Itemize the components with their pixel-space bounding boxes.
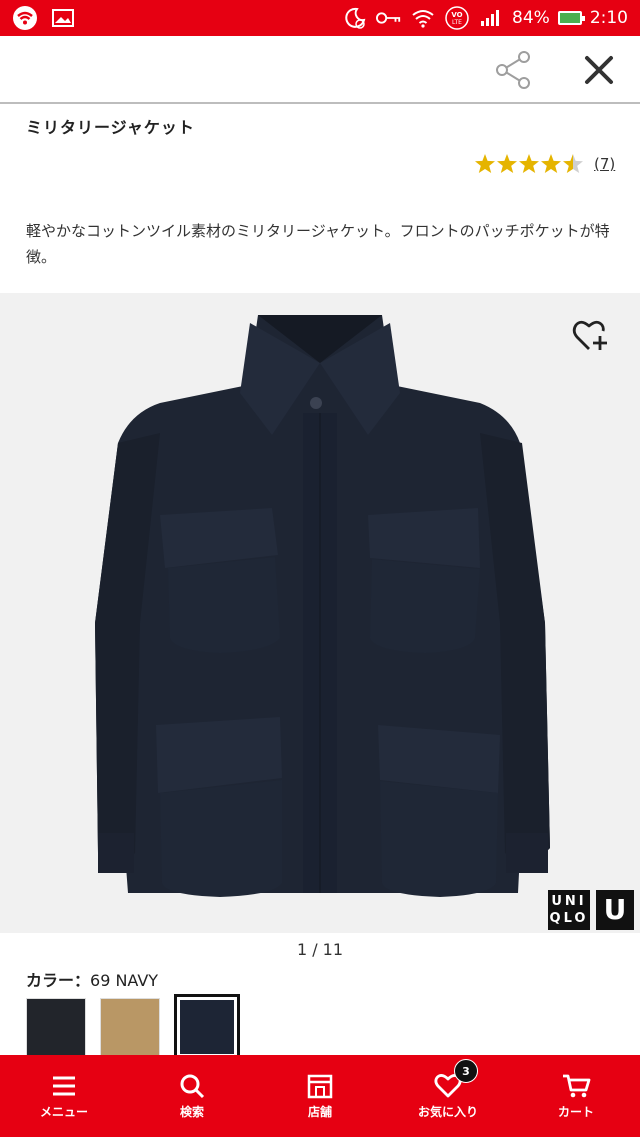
nav-store-label: 店舗	[307, 1104, 332, 1119]
uniqlo-logo: UNI QLO	[548, 890, 590, 930]
status-bar: VO LTE 84% 2:10	[0, 0, 640, 36]
nav-cart-label: カート	[557, 1104, 594, 1119]
cellular-signal-icon	[478, 7, 504, 29]
clock: 2:10	[589, 8, 628, 28]
heart-plus-icon	[572, 320, 607, 350]
nav-store[interactable]: 店舗	[256, 1055, 384, 1137]
product-description: 軽やかなコットンツイル素材のミリタリージャケット。フロントのパッチポケットが特徴…	[26, 222, 610, 266]
store-icon	[307, 1074, 333, 1098]
close-button[interactable]	[578, 49, 620, 91]
wifi-signal-icon	[410, 7, 436, 29]
search-icon	[180, 1074, 205, 1098]
color-swatches	[26, 994, 240, 1060]
swatch-black[interactable]	[26, 998, 86, 1058]
share-icon	[496, 51, 530, 89]
swatch-beige[interactable]	[100, 998, 160, 1058]
cart-icon	[563, 1074, 591, 1097]
nav-favorites-label: お気に入り	[417, 1104, 478, 1119]
review-count-link[interactable]: (7)	[594, 155, 615, 173]
bottom-nav: メニュー 検索 店舗 お気に入り 3 カート	[0, 1055, 640, 1137]
star-rating-icon	[475, 154, 583, 173]
add-favorite-button[interactable]	[572, 318, 610, 354]
color-label-prefix: カラー：	[26, 971, 91, 990]
alarm-icon	[342, 7, 368, 29]
rating[interactable]: (7)	[474, 153, 615, 175]
nav-search[interactable]: 検索	[128, 1055, 256, 1137]
menu-icon	[53, 1076, 75, 1095]
svg-text:VO: VO	[451, 11, 462, 19]
swatch-navy[interactable]	[174, 994, 240, 1060]
battery-icon	[557, 11, 585, 25]
color-label: カラー：69 NAVY	[26, 967, 158, 991]
share-button[interactable]	[492, 48, 536, 92]
wifi-icon	[12, 6, 38, 30]
svg-text:LTE: LTE	[452, 19, 462, 26]
nav-search-label: 検索	[179, 1104, 204, 1119]
favorites-count-badge: 3	[454, 1059, 478, 1083]
product-title: ミリタリージャケット	[26, 118, 195, 137]
close-icon	[585, 56, 613, 84]
color-value: 69 NAVY	[90, 971, 159, 990]
brand-logos: UNI QLO U	[548, 890, 634, 930]
key-icon	[376, 7, 402, 29]
nav-menu-label: メニュー	[39, 1104, 88, 1119]
nav-favorites[interactable]: お気に入り 3	[384, 1055, 512, 1137]
product-image[interactable]	[0, 293, 640, 933]
u-logo: U	[596, 890, 634, 930]
nav-menu[interactable]: メニュー	[0, 1055, 128, 1137]
volte-icon: VO LTE	[444, 6, 470, 30]
nav-cart[interactable]: カート	[512, 1055, 640, 1137]
image-pager: 1 / 11	[296, 940, 344, 959]
battery-percent: 84%	[512, 8, 550, 28]
jacket-illustration	[95, 315, 550, 897]
image-icon	[50, 7, 76, 29]
top-bar	[0, 36, 640, 104]
